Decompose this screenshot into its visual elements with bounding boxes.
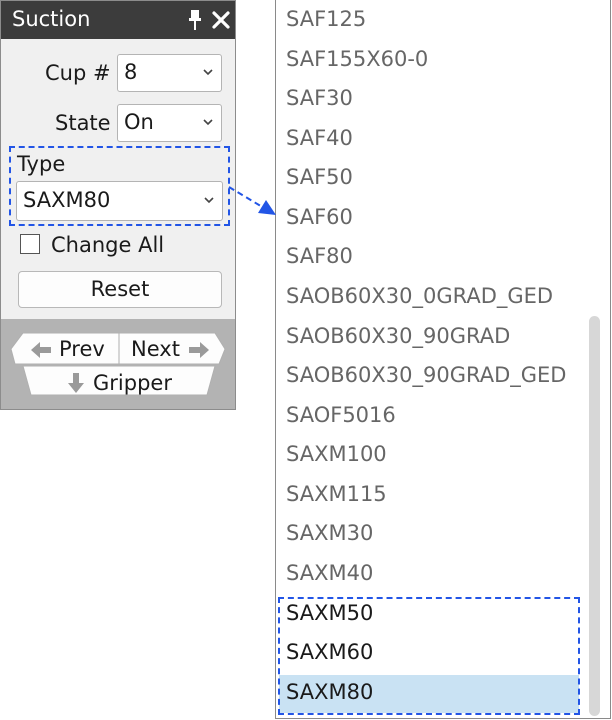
connector-arrow <box>228 186 276 215</box>
